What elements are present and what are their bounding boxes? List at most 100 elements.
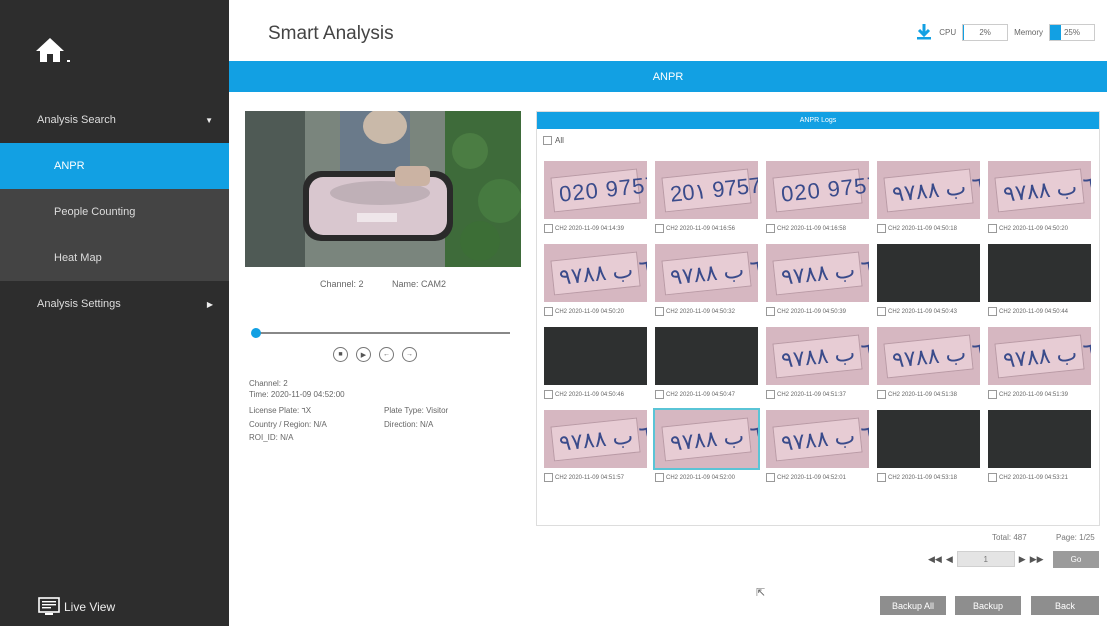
stop-icon[interactable]: ■ (333, 347, 348, 362)
log-entry[interactable]: ٦١ ب ٩٧٨٨ CH2 2020-11-09 04:52:01 (766, 410, 869, 482)
log-entry-caption: CH2 2020-11-09 04:50:43 (877, 307, 980, 316)
plate-thumbnail[interactable] (988, 244, 1091, 302)
plate-thumbnail[interactable]: ٦١ ب ٩٧٨٨ (877, 327, 980, 385)
backup-all-button[interactable]: Backup All (880, 596, 946, 615)
log-entry[interactable]: ٦١ ب ٩٧٨٨ CH2 2020-11-09 04:50:18 (877, 161, 980, 233)
plate-thumbnail[interactable]: ٦١ ب ٩٧٨٨ (766, 327, 869, 385)
sidebar-item-people-counting[interactable]: People Counting (0, 189, 229, 235)
plate-thumbnail[interactable]: ٦١ ب ٩٧٨٨ (988, 161, 1091, 219)
next-page-icon[interactable]: ▶ (1019, 554, 1026, 565)
log-entry[interactable]: CH2 2020-11-09 04:53:18 (877, 410, 980, 482)
sidebar-item-heat-map[interactable]: Heat Map (0, 235, 229, 281)
sidebar-item-anpr[interactable]: ANPR (0, 143, 229, 189)
log-timestamp: CH2 2020-11-09 04:14:39 (555, 225, 624, 232)
plate-thumbnail[interactable] (988, 410, 1091, 468)
caret-right-icon: ▶ (206, 299, 213, 309)
log-timestamp: CH2 2020-11-09 04:51:57 (555, 474, 624, 481)
checkbox-icon[interactable] (655, 390, 664, 399)
checkbox-icon[interactable] (544, 390, 553, 399)
plate-thumbnail[interactable] (544, 327, 647, 385)
checkbox-icon[interactable] (766, 307, 775, 316)
prev-page-icon[interactable]: ◀ (946, 554, 953, 565)
first-page-icon[interactable]: ◀◀ (928, 554, 942, 565)
log-timestamp: CH2 2020-11-09 04:50:20 (555, 308, 624, 315)
checkbox-icon[interactable] (988, 473, 997, 482)
checkbox-icon[interactable] (988, 307, 997, 316)
select-all-checkbox[interactable]: All (543, 136, 564, 145)
back-button[interactable]: Back (1031, 596, 1099, 615)
checkbox-icon[interactable] (544, 473, 553, 482)
download-icon[interactable] (915, 23, 933, 41)
checkbox-icon[interactable] (877, 473, 886, 482)
playback-progress-track[interactable] (256, 332, 510, 334)
page-number-input[interactable] (956, 551, 1015, 567)
log-entry[interactable]: CH2 2020-11-09 04:50:44 (988, 244, 1091, 316)
plate-thumbnail[interactable]: ٦١ ب ٩٧٨٨ (544, 410, 647, 468)
plate-thumbnail[interactable]: 020 9757 (766, 161, 869, 219)
log-entry[interactable]: ٦١ ب ٩٧٨٨ CH2 2020-11-09 04:50:39 (766, 244, 869, 316)
plate-thumbnail[interactable]: ٦١ ب ٩٧٨٨ (988, 327, 1091, 385)
previous-icon[interactable]: ← (379, 347, 394, 362)
plate-thumbnail[interactable] (877, 410, 980, 468)
checkbox-icon[interactable] (877, 307, 886, 316)
plate-thumbnail[interactable]: ٦١ ب ٩٧٨٨ (653, 408, 760, 470)
log-entry-caption: CH2 2020-11-09 04:50:32 (655, 307, 758, 316)
plate-thumbnail[interactable]: ٦١ ب ٩٧٨٨ (766, 244, 869, 302)
plate-text: ٦١ ب ٩٧٨٨ (780, 253, 869, 290)
plate-thumbnail[interactable]: 020 9757 (544, 161, 647, 219)
log-entry[interactable]: 20١ 9757 CH2 2020-11-09 04:16:56 (655, 161, 758, 233)
plate-thumbnail[interactable] (655, 327, 758, 385)
log-entry[interactable]: ٦١ ب ٩٧٨٨ CH2 2020-11-09 04:52:00 (653, 408, 760, 482)
analysis-settings-menu[interactable]: Analysis Settings ▶ (0, 281, 229, 327)
plate-thumbnail[interactable]: ٦١ ب ٩٧٨٨ (655, 244, 758, 302)
checkbox-icon[interactable] (877, 224, 886, 233)
detail-plate-type: Plate Type: Visitor (384, 406, 449, 415)
log-timestamp: CH2 2020-11-09 04:51:37 (777, 391, 846, 398)
log-entry[interactable]: CH2 2020-11-09 04:53:21 (988, 410, 1091, 482)
checkbox-icon[interactable] (988, 390, 997, 399)
next-icon[interactable]: → (402, 347, 417, 362)
sidebar-item-label: Heat Map (54, 252, 102, 264)
plate-thumbnail[interactable] (877, 244, 980, 302)
log-entry[interactable]: ٦١ ب ٩٧٨٨ CH2 2020-11-09 04:50:32 (655, 244, 758, 316)
plate-thumbnail[interactable]: ٦١ ب ٩٧٨٨ (877, 161, 980, 219)
checkbox-icon[interactable] (988, 224, 997, 233)
log-entry[interactable]: 020 9757 CH2 2020-11-09 04:14:39 (544, 161, 647, 233)
checkbox-icon[interactable] (544, 307, 553, 316)
checkbox-icon[interactable] (655, 473, 664, 482)
go-button[interactable]: Go (1053, 551, 1099, 568)
checkbox-icon[interactable] (766, 390, 775, 399)
log-entry[interactable]: CH2 2020-11-09 04:50:43 (877, 244, 980, 316)
log-entry[interactable]: ٦١ ب ٩٧٨٨ CH2 2020-11-09 04:51:37 (766, 327, 869, 399)
plate-thumbnail[interactable]: ٦١ ب ٩٧٨٨ (544, 244, 647, 302)
log-entry[interactable]: ٦١ ب ٩٧٨٨ CH2 2020-11-09 04:51:39 (988, 327, 1091, 399)
log-timestamp: CH2 2020-11-09 04:16:56 (666, 225, 735, 232)
play-icon[interactable]: ▶ (356, 347, 371, 362)
sidebar: Analysis Search ▼ ANPR People Counting H… (0, 0, 229, 626)
log-entry[interactable]: ٦١ ب ٩٧٨٨ CH2 2020-11-09 04:50:20 (988, 161, 1091, 233)
log-entry[interactable]: 020 9757 CH2 2020-11-09 04:16:58 (766, 161, 869, 233)
license-plate-image: 020 9757 (772, 168, 869, 212)
log-entry[interactable]: ٦١ ب ٩٧٨٨ CH2 2020-11-09 04:51:38 (877, 327, 980, 399)
checkbox-icon[interactable] (544, 224, 553, 233)
analysis-search-menu[interactable]: Analysis Search ▼ (0, 97, 229, 143)
log-timestamp: CH2 2020-11-09 04:50:46 (555, 391, 624, 398)
log-entry[interactable]: CH2 2020-11-09 04:50:47 (655, 327, 758, 399)
checkbox-icon[interactable] (655, 224, 664, 233)
checkbox-icon[interactable] (766, 224, 775, 233)
checkbox-icon[interactable] (766, 473, 775, 482)
plate-thumbnail[interactable]: ٦١ ب ٩٧٨٨ (766, 410, 869, 468)
log-entry-caption: CH2 2020-11-09 04:51:37 (766, 390, 869, 399)
backup-button[interactable]: Backup (955, 596, 1021, 615)
home-icon[interactable] (34, 36, 74, 66)
live-view-button[interactable]: Live View (38, 597, 115, 617)
last-page-icon[interactable]: ▶▶ (1030, 554, 1044, 565)
log-entry[interactable]: ٦١ ب ٩٧٨٨ CH2 2020-11-09 04:50:20 (544, 244, 647, 316)
checkbox-icon[interactable] (655, 307, 664, 316)
log-entry[interactable]: ٦١ ب ٩٧٨٨ CH2 2020-11-09 04:51:57 (544, 410, 647, 482)
playback-progress-handle[interactable] (251, 328, 261, 338)
checkbox-icon[interactable] (877, 390, 886, 399)
sidebar-item-label: People Counting (54, 206, 136, 218)
log-entry[interactable]: CH2 2020-11-09 04:50:46 (544, 327, 647, 399)
plate-thumbnail[interactable]: 20١ 9757 (655, 161, 758, 219)
